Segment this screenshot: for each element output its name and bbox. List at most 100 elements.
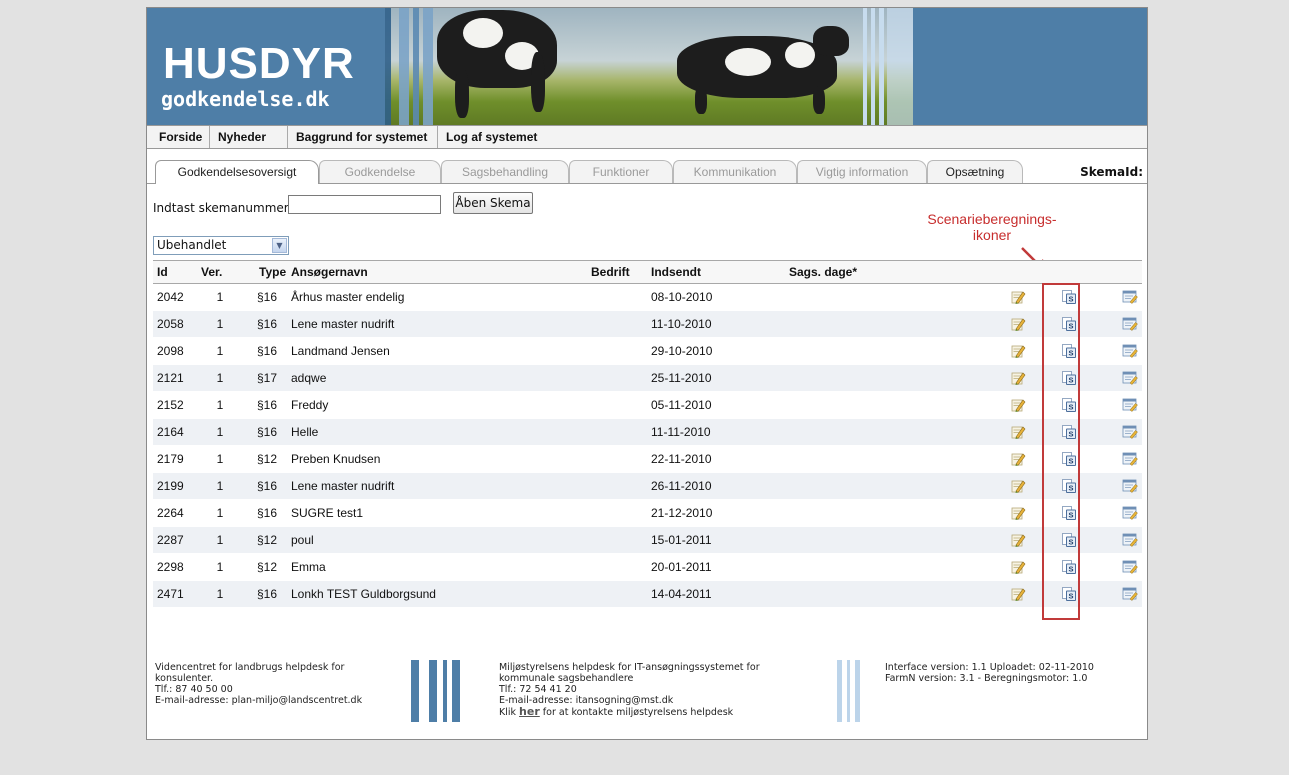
cell-ver: 1 — [193, 553, 247, 581]
document-pencil-icon[interactable] — [1098, 472, 1142, 500]
document-pencil-icon[interactable] — [1098, 364, 1142, 392]
col-ver[interactable]: Ver. — [193, 260, 247, 284]
table-row[interactable]: 2199 1 §16 Lene master nudrift 26-11-2010 S — [153, 472, 1142, 500]
document-pencil-icon[interactable] — [1098, 445, 1142, 473]
cell-indsendt: 21-12-2010 — [651, 499, 789, 527]
tab-funktioner[interactable]: Funktioner — [569, 160, 673, 183]
cell-id: 2098 — [153, 337, 193, 365]
table-row[interactable]: 2179 1 §12 Preben Knudsen 22-11-2010 S — [153, 445, 1142, 473]
header-cow-photo — [385, 8, 913, 125]
table-row[interactable]: 2164 1 §16 Helle 11-11-2010 S — [153, 418, 1142, 446]
cell-ver: 1 — [193, 499, 247, 527]
footer-left-line: Videncentret for landbrugs helpdesk for — [155, 662, 345, 673]
col-icon-1 — [967, 260, 1040, 284]
footer-left-email: E-mail-adresse: plan-miljo@landscentret.… — [155, 695, 363, 706]
cell-id: 2264 — [153, 499, 193, 527]
cell-ver: 1 — [193, 580, 247, 608]
tab-vigtig-information[interactable]: Vigtig information — [797, 160, 927, 183]
tab-opsaetning[interactable]: Opsætning — [927, 160, 1023, 183]
cell-type: §16 — [247, 499, 287, 527]
table-row[interactable]: 2058 1 §16 Lene master nudrift 11-10-2010 S — [153, 310, 1142, 338]
cell-ansogernavn: poul — [287, 526, 571, 554]
table-row[interactable]: 2264 1 §16 SUGRE test1 21-12-2010 S — [153, 499, 1142, 527]
edit-pencil-icon[interactable] — [967, 310, 1040, 338]
nav-baggrund[interactable]: Baggrund for systemet — [288, 126, 438, 148]
skemanummer-input[interactable] — [288, 195, 441, 214]
scenario-icons-annotation: Scenarieberegnings- ikoner — [907, 211, 1077, 243]
helpdesk-link[interactable]: her — [519, 705, 540, 718]
document-pencil-icon[interactable] — [1098, 553, 1142, 581]
table-row[interactable]: 2121 1 §17 adqwe 25-11-2010 S — [153, 364, 1142, 392]
footer-link-suffix: for at kontakte miljøstyrelsens helpdesk — [542, 707, 734, 718]
footer-right: Interface version: 1.1 Uploadet: 02-11-2… — [885, 662, 1094, 684]
table-row[interactable]: 2471 1 §16 Lonkh TEST Guldborgsund 14-04-201… — [153, 580, 1142, 608]
edit-pencil-icon[interactable] — [967, 364, 1040, 392]
footer-middle-line: Tlf.: 72 54 41 20 — [499, 684, 577, 695]
table-row[interactable]: 2298 1 §12 Emma 20-01-2011 S — [153, 553, 1142, 581]
cell-ver: 1 — [193, 283, 247, 311]
footer-left: Videncentret for landbrugs helpdesk for … — [155, 662, 362, 706]
edit-pencil-icon[interactable] — [967, 472, 1040, 500]
cell-bedrift — [571, 553, 651, 581]
footer-bar-decoration — [847, 660, 850, 722]
tab-godkendelsesoversigt[interactable]: Godkendelsesoversigt — [155, 160, 319, 184]
footer-version-line: Interface version: 1.1 Uploadet: 02-11-2… — [885, 662, 1094, 673]
cell-bedrift — [571, 445, 651, 473]
nav-forside[interactable]: Forside — [151, 126, 210, 148]
edit-pencil-icon[interactable] — [967, 445, 1040, 473]
nav-log-af[interactable]: Log af systemet — [438, 126, 556, 148]
edit-pencil-icon[interactable] — [967, 499, 1040, 527]
cell-indsendt: 22-11-2010 — [651, 445, 789, 473]
cell-indsendt: 05-11-2010 — [651, 391, 789, 419]
cell-indsendt: 29-10-2010 — [651, 337, 789, 365]
document-pencil-icon[interactable] — [1098, 580, 1142, 608]
edit-pencil-icon[interactable] — [967, 526, 1040, 554]
cell-indsendt: 25-11-2010 — [651, 364, 789, 392]
table-row[interactable]: 2042 1 §16 Århus master endelig 08-10-2010 S — [153, 283, 1142, 311]
footer-version-line: FarmN version: 3.1 - Beregningsmotor: 1.… — [885, 673, 1088, 684]
footer-bar-decoration — [855, 660, 860, 722]
footer-bar-decoration — [429, 660, 437, 722]
open-skema-button[interactable]: Åben Skema — [453, 192, 533, 214]
edit-pencil-icon[interactable] — [967, 337, 1040, 365]
document-pencil-icon[interactable] — [1098, 283, 1142, 311]
cell-type: §12 — [247, 553, 287, 581]
cell-type: §16 — [247, 418, 287, 446]
tab-kommunikation[interactable]: Kommunikation — [673, 160, 797, 183]
document-pencil-icon[interactable] — [1098, 310, 1142, 338]
col-indsendt[interactable]: Indsendt — [651, 260, 789, 284]
document-pencil-icon[interactable] — [1098, 337, 1142, 365]
col-id[interactable]: Id — [153, 260, 193, 284]
table-row[interactable]: 2287 1 §12 poul 15-01-2011 S — [153, 526, 1142, 554]
edit-pencil-icon[interactable] — [967, 391, 1040, 419]
cell-bedrift — [571, 283, 651, 311]
tab-godkendelse[interactable]: Godkendelse — [319, 160, 441, 183]
edit-pencil-icon[interactable] — [967, 580, 1040, 608]
document-pencil-icon[interactable] — [1098, 391, 1142, 419]
tab-sagsbehandling[interactable]: Sagsbehandling — [441, 160, 569, 183]
col-bedrift[interactable]: Bedrift — [571, 260, 651, 284]
document-pencil-icon[interactable] — [1098, 499, 1142, 527]
col-sags-dage[interactable]: Sags. dage* — [789, 260, 967, 284]
table-row[interactable]: 2098 1 §16 Landmand Jensen 29-10-2010 S — [153, 337, 1142, 365]
col-ansogernavn[interactable]: Ansøgernavn — [287, 260, 571, 284]
chevron-down-icon[interactable]: ▼ — [272, 238, 287, 253]
edit-pencil-icon[interactable] — [967, 283, 1040, 311]
col-type[interactable]: Type — [247, 260, 287, 284]
cell-indsendt: 20-01-2011 — [651, 553, 789, 581]
nav-nyheder[interactable]: Nyheder — [210, 126, 288, 148]
cell-type: §12 — [247, 526, 287, 554]
document-pencil-icon[interactable] — [1098, 526, 1142, 554]
document-pencil-icon[interactable] — [1098, 418, 1142, 446]
edit-pencil-icon[interactable] — [967, 418, 1040, 446]
col-icon-2 — [1040, 260, 1098, 284]
cell-id: 2121 — [153, 364, 193, 392]
status-filter-select[interactable]: Ubehandlet ▼ — [153, 236, 289, 255]
edit-pencil-icon[interactable] — [967, 553, 1040, 581]
table-row[interactable]: 2152 1 §16 Freddy 05-11-2010 S — [153, 391, 1142, 419]
cell-ansogernavn: Preben Knudsen — [287, 445, 571, 473]
cell-id: 2298 — [153, 553, 193, 581]
cell-sags-dage — [789, 283, 967, 311]
cell-ansogernavn: Landmand Jensen — [287, 337, 571, 365]
footer: Videncentret for landbrugs helpdesk for … — [147, 655, 1147, 739]
